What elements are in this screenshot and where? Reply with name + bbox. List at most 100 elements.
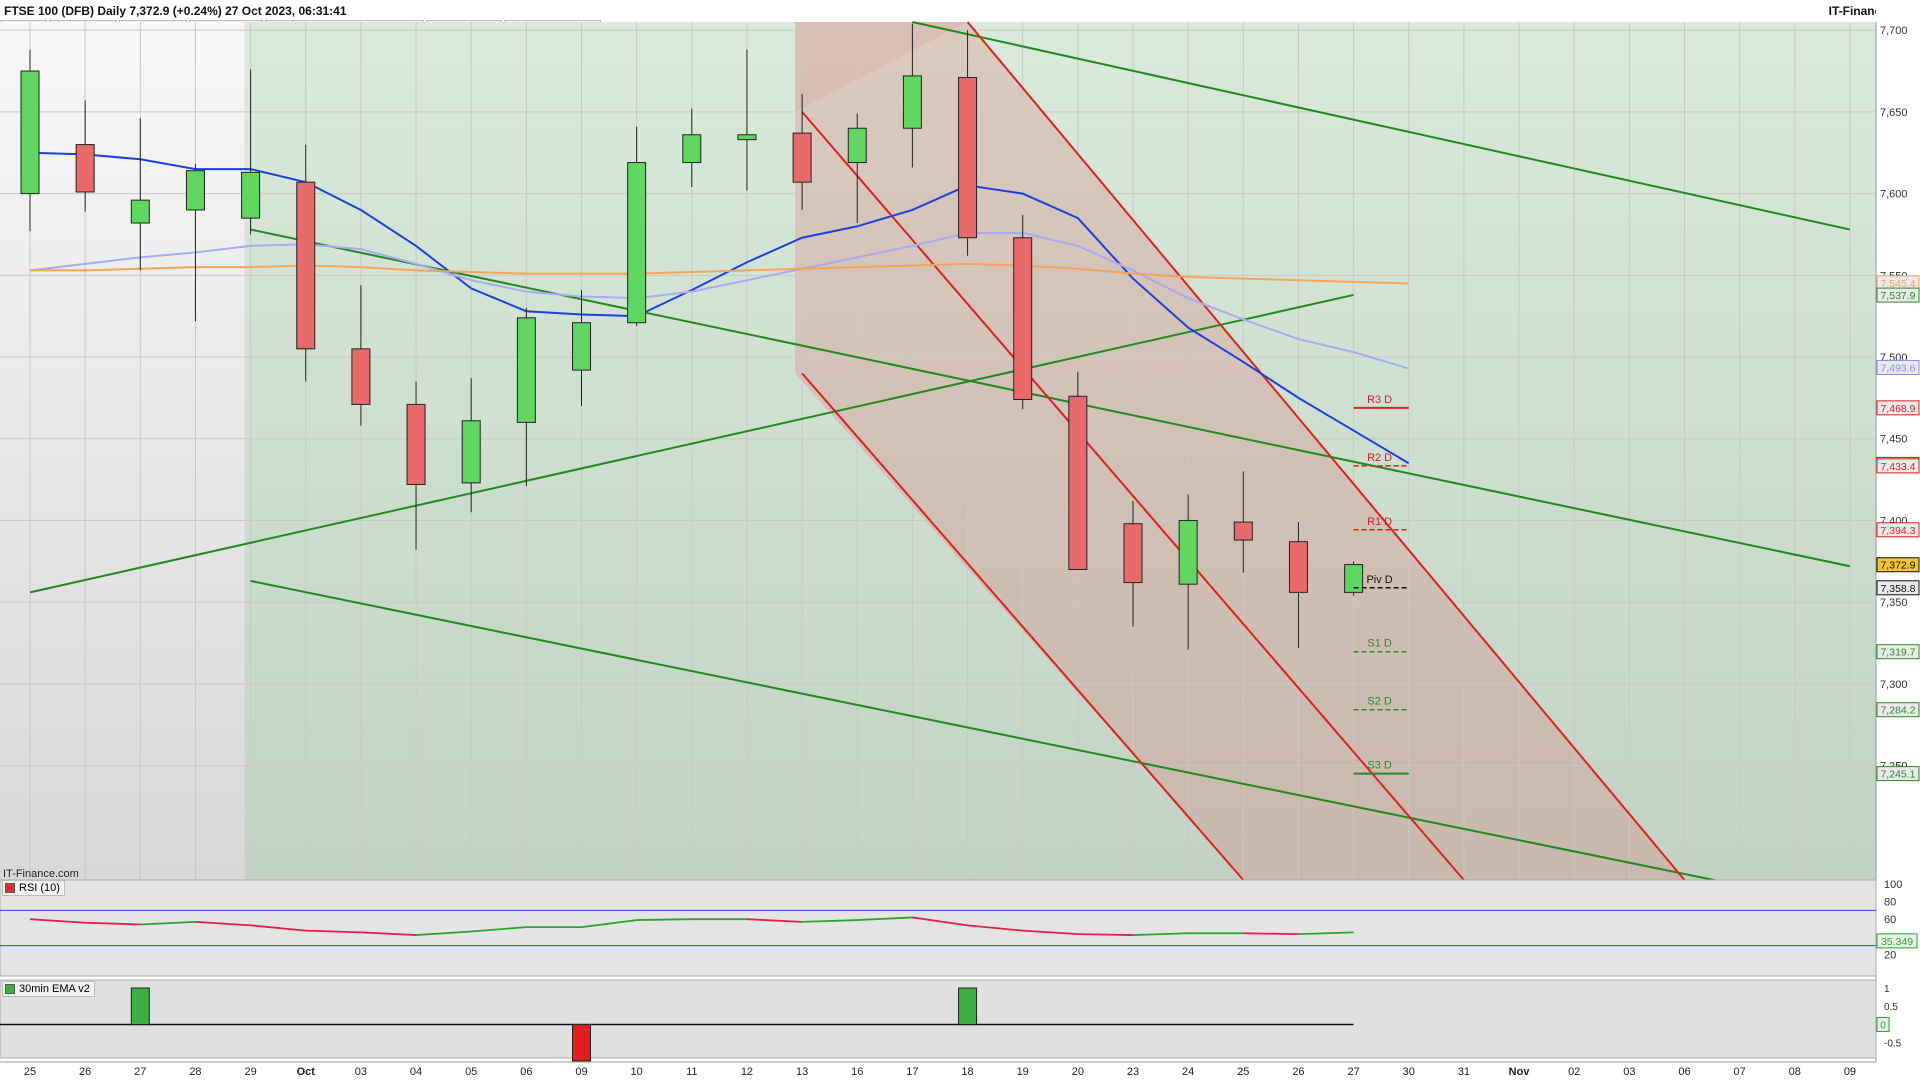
ema-swatch-icon	[5, 984, 15, 994]
candle-body	[902, 75, 922, 129]
x-tick-label: 03	[1623, 1066, 1635, 1078]
candle-body	[1178, 519, 1198, 585]
candle-body	[241, 171, 261, 219]
y-tick-label: 7,350	[1880, 597, 1908, 609]
x-tick-label: 30	[1403, 1066, 1415, 1078]
rsi-segment	[1077, 933, 1134, 936]
price-label-tag: 7,433.4	[1876, 458, 1920, 474]
x-tick-label: 29	[244, 1066, 256, 1078]
x-tick-label: 19	[1017, 1066, 1029, 1078]
price-label-text: 7,493.6	[1880, 362, 1915, 374]
x-tick-label: 06	[520, 1066, 532, 1078]
price-label-text: 7,284.2	[1880, 705, 1915, 717]
x-tick-label: 02	[1568, 1066, 1580, 1078]
x-tick-label: 05	[465, 1066, 477, 1078]
rsi-panel-legend[interactable]: RSI (10)	[2, 880, 65, 896]
x-tick-label: 09	[575, 1066, 587, 1078]
rsi-tick-label: 80	[1884, 897, 1896, 909]
x-axis-background	[0, 1062, 1876, 1080]
candle-body	[792, 132, 812, 183]
pivot-label: Piv D	[1366, 574, 1392, 586]
chart-canvas[interactable]: R3 D R2 D R1 D Piv D S1 D S2 D S3 D 7,700 7,650 7…	[0, 0, 1920, 1080]
candle-body	[1123, 523, 1143, 584]
ema-bar	[572, 1023, 591, 1062]
price-label-tag: 7,319.7	[1876, 644, 1920, 660]
price-label-text: 7,319.7	[1880, 647, 1915, 659]
rsi-swatch-icon	[5, 883, 15, 893]
x-tick-label: 12	[741, 1066, 753, 1078]
x-tick-label: 31	[1458, 1066, 1470, 1078]
ema-tick-label: 1	[1884, 984, 1890, 995]
x-tick-label: 07	[1734, 1066, 1746, 1078]
rsi-tick-label: 60	[1884, 914, 1896, 926]
price-label-tag: 7,493.6	[1876, 359, 1920, 375]
x-tick-label: 26	[79, 1066, 91, 1078]
y-tick-label: 7,700	[1880, 25, 1908, 37]
pivot-label: R1 D	[1367, 516, 1392, 528]
x-tick-label: 27	[1347, 1066, 1359, 1078]
y-tick-label: 7,600	[1880, 189, 1908, 201]
pivot-label: S1 D	[1367, 638, 1392, 650]
rsi-tick-label: 20	[1884, 949, 1896, 961]
candle-body	[627, 162, 647, 324]
ema-value-label: 0	[1880, 1020, 1886, 1031]
x-tick-label: 23	[1127, 1066, 1139, 1078]
x-tick-label: 24	[1182, 1066, 1194, 1078]
ema-panel-background	[0, 979, 1877, 1059]
price-label-text: 7,358.8	[1880, 583, 1915, 595]
x-tick-label: 08	[1789, 1066, 1801, 1078]
x-tick-label: Oct	[297, 1066, 316, 1078]
price-label-text: 7,372.9	[1880, 560, 1915, 572]
candle-body	[296, 181, 316, 350]
x-tick-label: 25	[24, 1066, 36, 1078]
candle-body	[351, 348, 371, 405]
ema-tick-label: -0.5	[1884, 1039, 1902, 1050]
candle-body	[185, 170, 205, 211]
candle-body	[1068, 395, 1088, 570]
candle-body	[130, 199, 150, 224]
price-label-text: 7,433.4	[1880, 461, 1915, 473]
price-label-tag: 7,245.1	[1876, 766, 1920, 782]
ema-panel-legend[interactable]: 30min EMA v2	[2, 981, 95, 997]
rsi-segment	[636, 918, 692, 921]
candle-body	[20, 70, 40, 195]
price-label-text: 7,245.1	[1880, 769, 1915, 781]
x-tick-label: Nov	[1509, 1066, 1531, 1078]
watermark-label: IT-Finance.com	[3, 868, 79, 880]
pivot-label: R3 D	[1367, 394, 1392, 406]
candle-body	[75, 144, 95, 193]
rsi-panel-label: RSI (10)	[19, 882, 60, 894]
candle-body	[1013, 237, 1033, 401]
x-tick-label: 13	[796, 1066, 808, 1078]
price-label-tag: 7,394.3	[1876, 522, 1920, 538]
candle-body	[737, 134, 757, 141]
rsi-tick-label: 100	[1884, 879, 1902, 891]
rsi-segment	[1243, 932, 1299, 936]
pivot-label: S3 D	[1367, 760, 1392, 772]
x-tick-label: 04	[410, 1066, 422, 1078]
price-label-tag: 7,468.9	[1876, 400, 1920, 416]
ema-bar	[130, 987, 150, 1025]
candle-body	[1288, 541, 1308, 593]
x-tick-label: 18	[961, 1066, 973, 1078]
price-label-text: 7,394.3	[1880, 525, 1915, 537]
price-label-tag: 7,372.9	[1876, 557, 1920, 573]
y-tick-label: 7,300	[1880, 679, 1908, 691]
price-label-tag: 7,537.9	[1876, 287, 1920, 303]
x-tick-label: 06	[1678, 1066, 1690, 1078]
x-tick-label: 17	[906, 1066, 918, 1078]
chart-window: FTSE 100 (DFB) Daily 7,372.9 (+0.24%) 27…	[0, 0, 1920, 1080]
candle-body	[847, 127, 867, 164]
price-label-tag: 7,284.2	[1876, 702, 1920, 718]
x-tick-label: 26	[1292, 1066, 1304, 1078]
x-tick-label: 25	[1237, 1066, 1249, 1078]
ema-tick-label: 0.5	[1884, 1002, 1898, 1013]
x-tick-label: 20	[1072, 1066, 1084, 1078]
candle-body	[406, 403, 426, 486]
price-label-text: 7,537.9	[1880, 290, 1915, 302]
price-label-tag: 7,358.8	[1876, 580, 1920, 596]
ema-panel-label: 30min EMA v2	[19, 983, 90, 995]
candle-body	[461, 420, 481, 484]
candle-body	[572, 322, 591, 371]
x-tick-label: 03	[355, 1066, 367, 1078]
